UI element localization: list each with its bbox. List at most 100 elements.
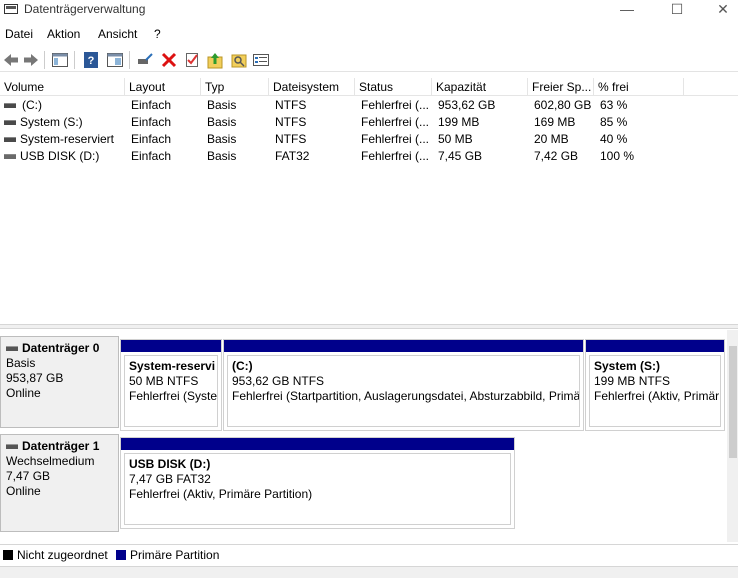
volume-row[interactable]: USB DISK (D:) Einfach Basis FAT32 Fehler… <box>0 148 738 165</box>
connect-icon[interactable] <box>136 51 154 69</box>
maximize-button[interactable]: ☐ <box>654 0 700 22</box>
disk-1-state: Online <box>6 484 41 498</box>
free-space-cell: 169 MB <box>534 115 576 129</box>
primary-partition-bar <box>121 438 514 450</box>
menu-ansicht[interactable]: Ansicht <box>98 27 137 41</box>
filesystem-cell: FAT32 <box>275 149 310 163</box>
partition-size: 199 MB NTFS <box>594 374 671 388</box>
export-icon[interactable] <box>230 51 248 69</box>
partition-system-s[interactable]: System (S:) 199 MB NTFS Fehlerfrei (Akti… <box>585 339 725 431</box>
typ-cell: Basis <box>207 98 237 112</box>
partition-system-reserved[interactable]: System-reservi 50 MB NTFS Fehlerfrei (Sy… <box>120 339 222 431</box>
partition-body: USB DISK (D:) 7,47 GB FAT32 Fehlerfrei (… <box>124 453 511 525</box>
partition-body: System-reservi 50 MB NTFS Fehlerfrei (Sy… <box>124 355 218 427</box>
partition-name: System-reservi <box>129 359 216 373</box>
volume-name: System (S:) <box>20 115 83 129</box>
free-space-cell: 7,42 GB <box>534 149 579 163</box>
disk-1-name: Datenträger 1 <box>22 439 100 453</box>
menu-help[interactable]: ? <box>154 27 161 41</box>
capacity-cell: 199 MB <box>438 115 480 129</box>
primary-partition-swatch <box>116 550 126 560</box>
status-cell: Fehlerfrei (... <box>361 132 430 146</box>
import-icon[interactable] <box>206 51 224 69</box>
menu-datei[interactable]: Datei <box>5 27 33 41</box>
back-icon[interactable] <box>2 51 20 69</box>
column-header-prozent-frei[interactable]: % frei <box>594 78 684 96</box>
partition-usb-d[interactable]: USB DISK (D:) 7,47 GB FAT32 Fehlerfrei (… <box>120 437 515 529</box>
percent-free-cell: 85 % <box>600 115 628 129</box>
pane-splitter[interactable] <box>0 324 738 329</box>
console-tree-icon[interactable] <box>51 51 69 69</box>
volume-icon <box>4 120 16 126</box>
help-icon[interactable]: ? <box>82 51 100 69</box>
partition-body: System (S:) 199 MB NTFS Fehlerfrei (Akti… <box>589 355 721 427</box>
capacity-cell: 50 MB <box>438 132 473 146</box>
layout-cell: Einfach <box>131 149 172 163</box>
partition-size: 50 MB NTFS <box>129 374 199 388</box>
disk-0-size: 953,87 GB <box>6 371 64 385</box>
disk-0-label[interactable]: Datenträger 0 Basis 953,87 GB Online <box>0 336 119 428</box>
percent-free-cell: 40 % <box>600 132 628 146</box>
window-title: Datenträgerverwaltung <box>24 2 146 16</box>
legend-unallocated: Nicht zugeordnet <box>17 548 108 562</box>
minimize-button[interactable]: — <box>604 0 650 22</box>
partition-status: Fehlerfrei (Startpartition, Auslagerungs… <box>232 389 580 403</box>
partition-size: 7,47 GB FAT32 <box>129 472 211 486</box>
disk-graph-view: Datenträger 0 Basis 953,87 GB Online Sys… <box>0 330 727 542</box>
disk-1-size: 7,47 GB <box>6 469 51 483</box>
typ-cell: Basis <box>207 149 237 163</box>
scrollbar-thumb[interactable] <box>729 346 737 458</box>
properties-icon[interactable] <box>106 51 124 69</box>
volume-list-header: Volume Layout Typ Dateisystem Status Kap… <box>0 78 738 96</box>
column-header-volume[interactable]: Volume <box>0 78 125 96</box>
column-header-layout[interactable]: Layout <box>125 78 201 96</box>
volume-row[interactable]: (C:) Einfach Basis NTFS Fehlerfrei (... … <box>0 97 738 114</box>
toolbar-separator <box>129 51 130 69</box>
partition-body: (C:) 953,62 GB NTFS Fehlerfrei (Startpar… <box>227 355 580 427</box>
forward-icon[interactable] <box>22 51 40 69</box>
volume-cell: System (S:) <box>0 114 125 131</box>
volume-icon <box>4 103 16 109</box>
menu-bar: Datei Aktion Ansicht ? <box>0 24 738 46</box>
disk-icon <box>6 346 18 351</box>
toolbar-separator <box>74 51 75 69</box>
list-icon[interactable] <box>252 51 270 69</box>
delete-icon[interactable] <box>160 51 178 69</box>
column-header-freier-speicher[interactable]: Freier Sp... <box>528 78 594 96</box>
partition-name: USB DISK (D:) <box>129 457 211 471</box>
svg-text:?: ? <box>88 55 95 67</box>
typ-cell: Basis <box>207 115 237 129</box>
volume-cell: USB DISK (D:) <box>0 148 125 165</box>
partition-status: Fehlerfrei (Syster <box>129 389 218 403</box>
filesystem-cell: NTFS <box>275 115 307 129</box>
capacity-cell: 7,45 GB <box>438 149 483 163</box>
disk-0-name: Datenträger 0 <box>22 341 100 355</box>
column-header-status[interactable]: Status <box>355 78 432 96</box>
legend: Nicht zugeordnet Primäre Partition <box>0 544 738 564</box>
disk-0-name-row: Datenträger 0 <box>6 341 118 356</box>
primary-partition-bar <box>121 340 221 352</box>
partition-status: Fehlerfrei (Aktiv, Primäre Partition) <box>129 487 313 501</box>
partition-c[interactable]: (C:) 953,62 GB NTFS Fehlerfrei (Startpar… <box>223 339 584 431</box>
status-cell: Fehlerfrei (... <box>361 98 430 112</box>
partition-size: 953,62 GB NTFS <box>232 374 325 388</box>
disk-0-type: Basis <box>6 356 36 370</box>
column-header-typ[interactable]: Typ <box>201 78 269 96</box>
disk-1-type: Wechselmedium <box>6 454 95 468</box>
check-icon[interactable] <box>183 51 201 69</box>
volume-name: (C:) <box>22 98 42 112</box>
typ-cell: Basis <box>207 132 237 146</box>
column-header-kapazitaet[interactable]: Kapazität <box>432 78 528 96</box>
volume-row[interactable]: System-reserviert Einfach Basis NTFS Feh… <box>0 131 738 148</box>
disk-1-label[interactable]: Datenträger 1 Wechselmedium 7,47 GB Onli… <box>0 434 119 532</box>
percent-free-cell: 63 % <box>600 98 628 112</box>
volume-row[interactable]: System (S:) Einfach Basis NTFS Fehlerfre… <box>0 114 738 131</box>
volume-cell: (C:) <box>0 97 125 114</box>
menu-aktion[interactable]: Aktion <box>47 27 80 41</box>
layout-cell: Einfach <box>131 132 172 146</box>
partition-name: (C:) <box>232 359 253 373</box>
title-bar: Datenträgerverwaltung — ☐ ✕ <box>0 0 738 22</box>
column-header-dateisystem[interactable]: Dateisystem <box>269 78 355 96</box>
volume-icon <box>4 137 16 143</box>
close-button[interactable]: ✕ <box>700 0 738 22</box>
